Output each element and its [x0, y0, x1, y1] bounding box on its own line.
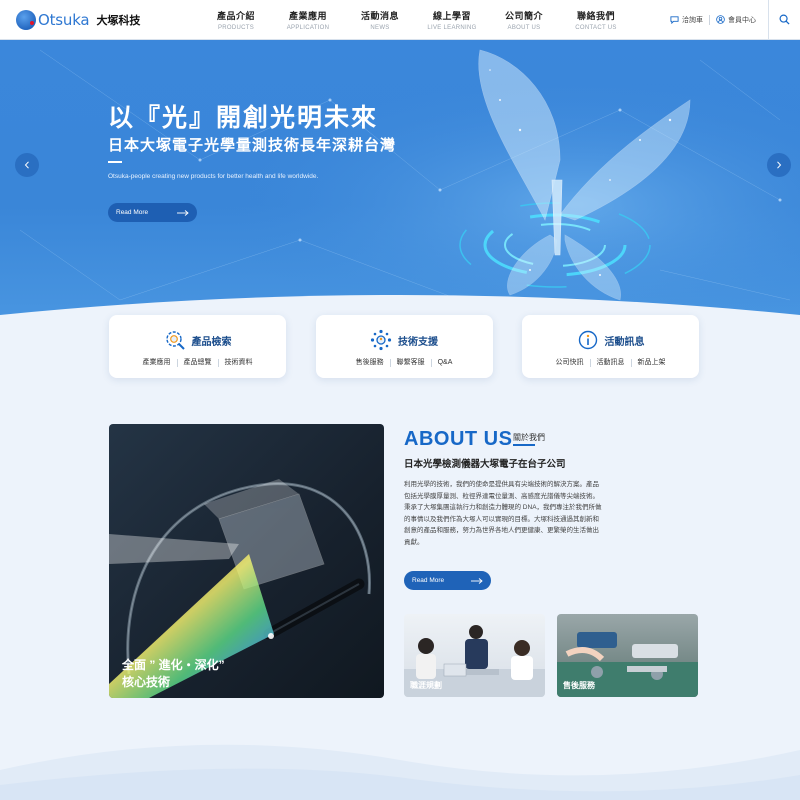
arrow-right-icon — [177, 209, 189, 216]
card-link[interactable]: 產業應用 — [137, 359, 177, 367]
card-tech-support[interactable]: 技術支援 售後服務 聯繫客服 Q&A — [315, 315, 493, 378]
nav-item-contact-us[interactable]: 聯絡我們 CONTACT US — [560, 9, 632, 31]
card-link[interactable]: 售後服務 — [350, 359, 390, 367]
nav-item-about-us[interactable]: 公司簡介 ABOUT US — [488, 9, 560, 31]
caption-line: 全面 ” 進化・深化” — [122, 658, 225, 672]
about-heading: ABOUT US — [404, 428, 513, 450]
nav-label: 公司簡介 — [504, 10, 543, 21]
card-events[interactable]: 活動訊息 公司快訊 活動訊息 新品上架 — [522, 315, 699, 378]
about-subheading: 日本光學檢測儀器大塚電子在台子公司 — [404, 459, 566, 470]
about-read-more-button[interactable]: Read More — [404, 571, 491, 590]
card-link[interactable]: 公司快訊 — [550, 359, 590, 367]
card-link[interactable]: Q&A — [430, 359, 459, 367]
card-link[interactable]: 技術資料 — [217, 359, 259, 367]
nav-label: 聯絡我們 — [576, 10, 615, 21]
tile-label: 職涯規劃 — [410, 681, 442, 690]
nav-item-live-learning[interactable]: 線上學習 LIVE LEARNING — [416, 9, 488, 31]
chevron-left-icon — [24, 161, 29, 169]
read-more-label: Read More — [116, 209, 149, 216]
tile-career-planning[interactable]: 職涯規劃 — [404, 614, 545, 697]
card-link[interactable]: 新品上架 — [630, 359, 672, 367]
nav-label: 產業應用 — [288, 10, 327, 21]
nav-item-products[interactable]: 產品介紹 PRODUCTS — [200, 9, 272, 31]
nav-label: 產品介紹 — [216, 10, 255, 21]
magnifier-icon — [165, 331, 185, 350]
tile-after-sales[interactable]: 售後服務 — [557, 614, 698, 697]
nav-sublabel: NEWS — [370, 24, 390, 31]
about-body: 利用光學的技術，我們的使命是提供具有尖端技術的解決方案。產品包括光學膜厚量測、粒… — [404, 479, 604, 548]
support-network-icon — [370, 329, 392, 351]
footer-wave-decoration — [0, 744, 800, 800]
card-title: 活動訊息 — [604, 336, 645, 348]
about-heading-zh: 關於我們 — [513, 433, 545, 442]
card-link[interactable]: 聯繫客服 — [389, 359, 431, 367]
main-nav: 產品介紹 PRODUCTS 產業應用 APPLICATION 活動消息 NEWS 線上… — [200, 9, 632, 31]
nav-item-application[interactable]: 產業應用 APPLICATION — [272, 9, 344, 31]
hero-title: 以『光』開創光明未來 — [108, 104, 379, 132]
search-icon — [779, 14, 790, 25]
search-button[interactable] — [768, 0, 800, 40]
chevron-right-icon — [777, 161, 782, 169]
quick-link-cards: 產品檢索 產業應用 產品總覽 技術資料 技術支援 售後服務 聯繫客服 Q&A 活… — [109, 315, 699, 378]
card-title: 技術支援 — [398, 336, 438, 348]
logo-text: Otsuka — [38, 10, 90, 29]
hero-divider — [108, 161, 122, 163]
member-center-label: 會員中心 — [728, 16, 756, 24]
heading-underline — [513, 444, 535, 446]
chat-icon — [670, 16, 679, 24]
otsuka-logo-icon — [16, 9, 42, 30]
hero-tagline: Otsuka-people creating new products for … — [108, 173, 319, 180]
read-more-label: Read More — [412, 577, 445, 584]
logo[interactable]: Otsuka 大塚科技 — [16, 9, 186, 30]
nav-item-news[interactable]: 活動消息 NEWS — [344, 9, 416, 31]
hero-prev-button[interactable] — [15, 153, 39, 177]
card-product-search[interactable]: 產品檢索 產業應用 產品總覽 技術資料 — [109, 315, 286, 378]
about-feature-image: 全面 ” 進化・深化” 核心技術 — [109, 424, 384, 698]
card-link[interactable]: 產品總覽 — [176, 359, 218, 367]
hero-read-more-button[interactable]: Read More — [108, 203, 197, 222]
about-image-caption: 全面 ” 進化・深化” 核心技術 — [122, 657, 225, 691]
hero-next-button[interactable] — [767, 153, 791, 177]
nav-sublabel: LIVE LEARNING — [427, 24, 477, 31]
nav-sublabel: APPLICATION — [286, 24, 330, 31]
tile-label: 售後服務 — [563, 681, 595, 690]
arrow-right-icon — [471, 577, 483, 584]
brand-name: 大塚科技 — [96, 14, 141, 27]
about-paragraph: 秉承了大塚集團這執行力和創造力體現的 DNA，我們專注於我們所做的事情以及我們作… — [404, 504, 602, 546]
member-center-link[interactable]: 會員中心 — [710, 15, 762, 25]
info-icon — [578, 330, 597, 350]
nav-sublabel: PRODUCTS — [217, 24, 255, 31]
hero-subtitle: 日本大塚電子光學量測技術長年深耕台灣 — [108, 137, 397, 154]
site-header: Otsuka 大塚科技 產品介紹 PRODUCTS 產業應用 APPLICATION… — [0, 0, 800, 40]
inquiry-cart-label: 洽詢車 — [682, 16, 703, 24]
user-icon — [716, 15, 725, 24]
card-title: 產品檢索 — [191, 336, 232, 348]
nav-sublabel: ABOUT US — [507, 24, 541, 31]
card-link[interactable]: 活動訊息 — [589, 359, 631, 367]
nav-label: 活動消息 — [360, 10, 399, 21]
nav-sublabel: CONTACT US — [575, 24, 617, 31]
header-utility-links: 洽詢車 會員中心 — [664, 0, 800, 40]
about-paragraph: 利用光學的技術，我們的使命是提供具有尖端技術的解決方案。產品包括光學膜厚量測、粒… — [404, 481, 599, 500]
inquiry-cart-link[interactable]: 洽詢車 — [664, 15, 709, 25]
caption-line: 核心技術 — [122, 675, 171, 689]
nav-label: 線上學習 — [432, 10, 471, 21]
